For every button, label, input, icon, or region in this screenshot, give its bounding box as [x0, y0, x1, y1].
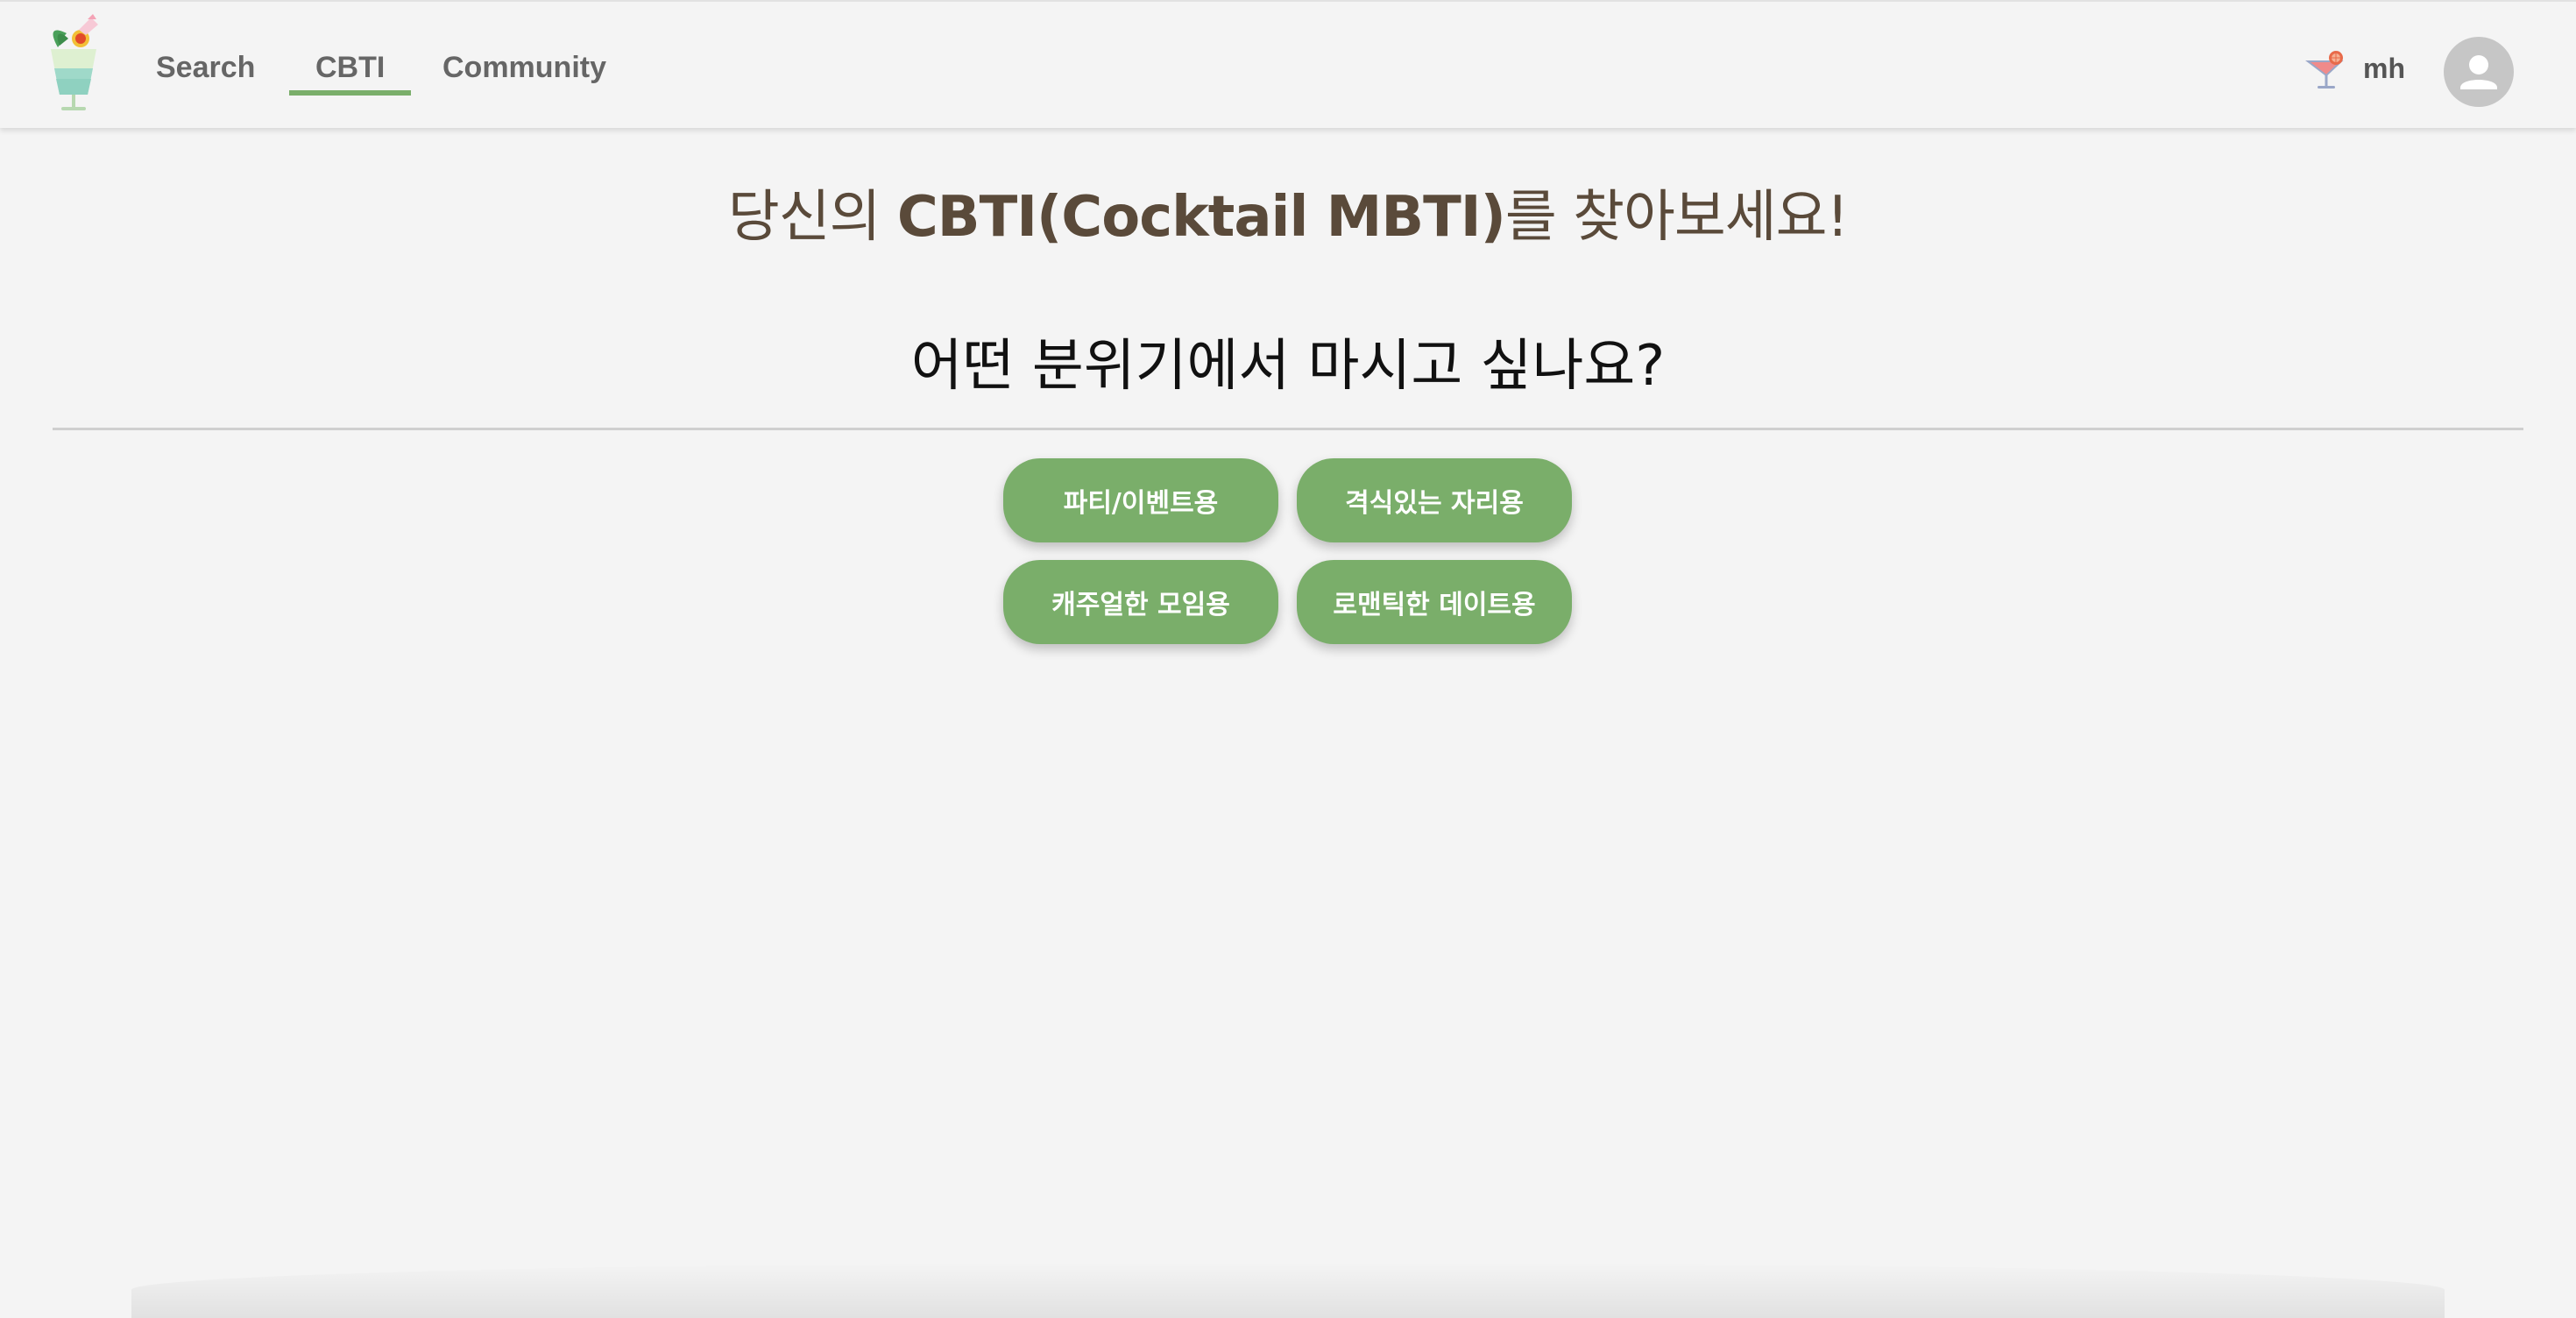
top-navigation-bar: Search CBTI Community mh	[0, 0, 2576, 128]
cocktail-logo-icon[interactable]	[42, 14, 105, 114]
nav-tab-search[interactable]: Search	[156, 51, 255, 85]
title-prefix: 당신의	[727, 185, 897, 250]
page-title: 당신의 CBTI(Cocktail MBTI)를 찾아보세요!	[0, 172, 2576, 252]
divider	[53, 428, 2523, 430]
question-heading: 어떤 분위기에서 마시고 싶나요?	[910, 334, 1666, 399]
user-avatar-icon[interactable]	[2444, 37, 2514, 107]
nav-tab-community[interactable]: Community	[442, 51, 606, 85]
bottom-shadow	[131, 1262, 2445, 1318]
cocktail-glass-icon[interactable]	[2303, 49, 2346, 93]
username-label[interactable]: mh	[2363, 53, 2405, 85]
option-formal-button[interactable]: 격식있는 자리용	[1297, 458, 1572, 542]
option-party-button[interactable]: 파티/이벤트용	[1003, 458, 1278, 542]
option-casual-button[interactable]: 캐주얼한 모임용	[1003, 560, 1278, 644]
option-romantic-button[interactable]: 로맨틱한 데이트용	[1297, 560, 1572, 644]
nav-tab-cbti[interactable]: CBTI	[289, 51, 412, 96]
title-cbti: CBTI(Cocktail MBTI)	[896, 185, 1506, 250]
title-suffix: 를 찾아보세요!	[1504, 185, 1849, 250]
